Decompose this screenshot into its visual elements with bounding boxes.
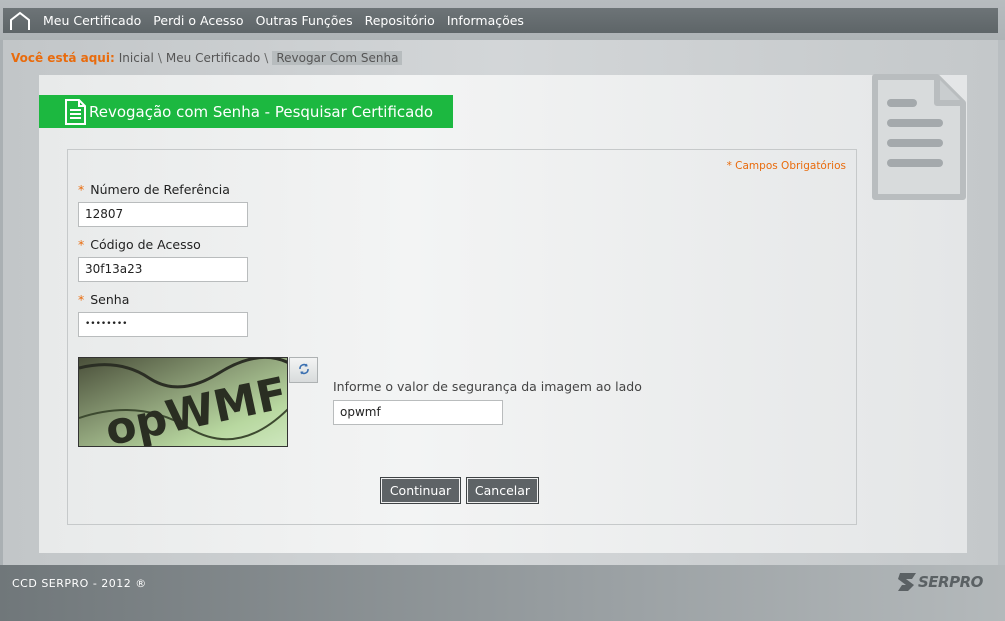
password-label-text: Senha (90, 292, 130, 307)
required-star: * (78, 237, 85, 252)
breadcrumb-separator: \ (157, 50, 162, 65)
page-title-bar: Revogação com Senha - Pesquisar Certific… (39, 95, 453, 128)
breadcrumb-label: Você está aqui: (11, 50, 115, 65)
page-title: Revogação com Senha - Pesquisar Certific… (89, 102, 434, 121)
cancel-button[interactable]: Cancelar (466, 477, 539, 504)
reference-number-input[interactable]: 12807 (78, 202, 248, 227)
document-watermark-icon (867, 73, 967, 207)
breadcrumb-meu-certificado[interactable]: Meu Certificado (166, 51, 260, 65)
nav-item-perdi-o-acesso[interactable]: Perdi o Acesso (147, 13, 249, 28)
home-icon[interactable] (3, 8, 37, 33)
content-panel: Revogação com Senha - Pesquisar Certific… (39, 73, 967, 553)
reference-number-label: * Número de Referência (78, 182, 230, 197)
required-fields-note: * Campos Obrigatórios (726, 160, 846, 172)
breadcrumb: Você está aqui: Inicial \ Meu Certificad… (11, 50, 403, 65)
refresh-icon (297, 361, 311, 380)
access-code-input[interactable]: 30f13a23 (78, 257, 248, 282)
nav-item-outras-funcoes[interactable]: Outras Funções (250, 13, 359, 28)
password-input[interactable]: •••••••• (78, 312, 248, 337)
access-code-label: * Código de Acesso (78, 237, 201, 252)
serpro-logo: SERPRO (896, 571, 983, 593)
breadcrumb-inicial[interactable]: Inicial (119, 51, 154, 65)
document-icon (62, 97, 88, 131)
footer: CCD SERPRO - 2012 ® SERPRO (0, 565, 1005, 621)
required-star: * (78, 292, 85, 307)
reference-number-label-text: Número de Referência (90, 182, 230, 197)
access-code-label-text: Código de Acesso (90, 237, 201, 252)
refresh-captcha-button[interactable] (289, 357, 318, 383)
breadcrumb-current: Revogar Com Senha (272, 50, 403, 65)
captcha-image: opWMF (78, 357, 288, 447)
nav-item-meu-certificado[interactable]: Meu Certificado (37, 13, 147, 28)
top-bar: Meu Certificado Perdi o Acesso Outras Fu… (0, 0, 1005, 40)
required-star: * (78, 182, 85, 197)
main-navigation: Meu Certificado Perdi o Acesso Outras Fu… (3, 8, 998, 33)
main-frame: Você está aqui: Inicial \ Meu Certificad… (3, 40, 998, 610)
nav-item-repositorio[interactable]: Repositório (359, 13, 441, 28)
captcha-instruction: Informe o valor de segurança da imagem a… (333, 379, 642, 394)
captcha-input[interactable]: opwmf (333, 400, 503, 425)
copyright-text: CCD SERPRO - 2012 ® (12, 577, 147, 590)
nav-item-informacoes[interactable]: Informações (441, 13, 530, 28)
continue-button[interactable]: Continuar (380, 477, 461, 504)
password-label: * Senha (78, 292, 129, 307)
serpro-logo-text: SERPRO (918, 573, 983, 591)
search-form: * Campos Obrigatórios * Número de Referên… (67, 149, 857, 525)
breadcrumb-separator: \ (264, 50, 269, 65)
serpro-logo-icon (898, 573, 916, 591)
